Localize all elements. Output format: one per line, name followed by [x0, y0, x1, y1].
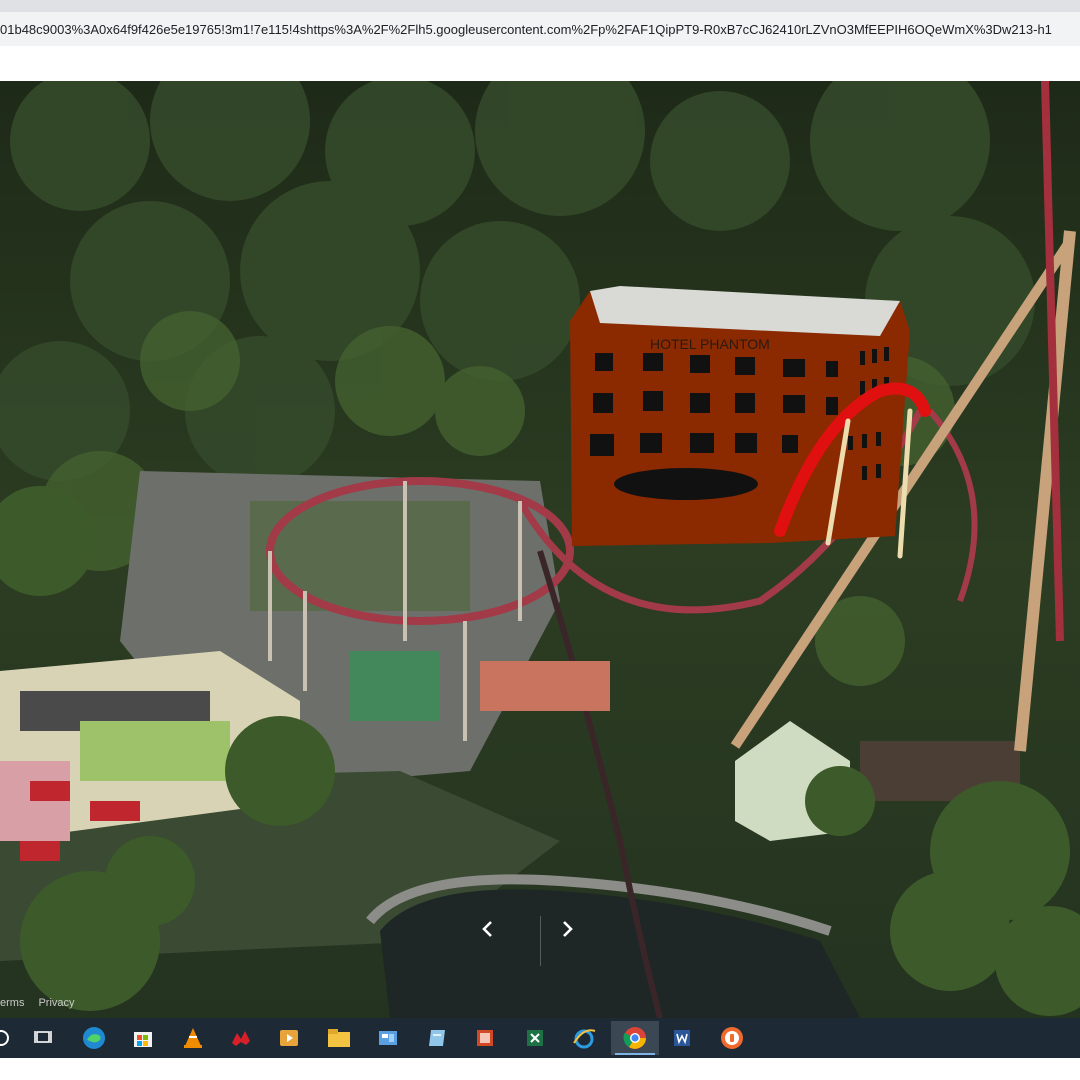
chrome-icon[interactable]: [611, 1021, 659, 1055]
red-app-icon[interactable]: [224, 1021, 258, 1055]
chevron-right-icon: [563, 921, 573, 937]
control-panel-icon[interactable]: [371, 1021, 405, 1055]
chevron-left-icon: [482, 921, 492, 937]
photo-image: HOTEL PHANTOM: [0, 81, 1080, 1018]
vlc-icon[interactable]: [176, 1021, 210, 1055]
next-photo-button[interactable]: [557, 919, 601, 963]
store-icon[interactable]: [126, 1021, 160, 1055]
hotel-sign-text: HOTEL PHANTOM: [650, 336, 770, 352]
brave-icon[interactable]: [715, 1021, 749, 1055]
address-bar[interactable]: 01b48c9003%3A0x64f9f426e5e19765!3m1!7e11…: [0, 12, 1080, 46]
edge-icon[interactable]: [77, 1021, 111, 1055]
nav-separator: [540, 916, 541, 966]
photo-viewer: HOTEL PHANTOM erms Privacy: [0, 81, 1080, 1018]
viewer-header: [0, 46, 1080, 81]
media-player-icon[interactable]: [272, 1021, 306, 1055]
browser-tab-strip: [0, 0, 1080, 12]
search-icon[interactable]: [0, 1021, 18, 1055]
excel-icon[interactable]: [518, 1021, 552, 1055]
below-taskbar: [0, 1058, 1080, 1080]
word-icon[interactable]: [665, 1021, 699, 1055]
file-explorer-icon[interactable]: [322, 1021, 356, 1055]
previous-photo-button[interactable]: [478, 919, 522, 963]
terms-link[interactable]: erms: [0, 997, 24, 1009]
powerpoint-icon[interactable]: [468, 1021, 502, 1055]
url-text[interactable]: 01b48c9003%3A0x64f9f426e5e19765!3m1!7e11…: [0, 22, 1052, 37]
internet-explorer-icon[interactable]: [567, 1021, 601, 1055]
privacy-link[interactable]: Privacy: [38, 997, 74, 1009]
taskbar: [0, 1018, 1080, 1058]
viewer-footer: erms Privacy: [0, 997, 75, 1009]
task-view-icon[interactable]: [26, 1021, 60, 1055]
notepad-icon[interactable]: [420, 1021, 454, 1055]
